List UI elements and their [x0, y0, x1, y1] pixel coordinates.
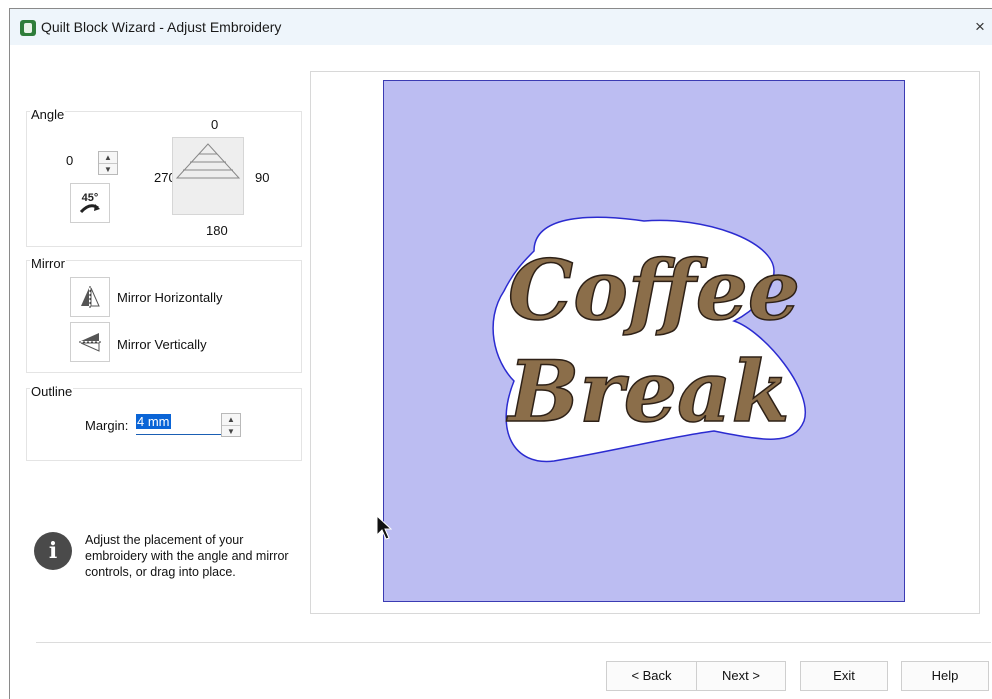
close-button[interactable]: ×: [968, 15, 992, 39]
mirror-horizontal-label[interactable]: Mirror Horizontally: [117, 290, 222, 305]
back-button[interactable]: < Back: [606, 661, 697, 691]
mouse-cursor-icon: [376, 514, 393, 544]
margin-spinner[interactable]: ▲ ▼: [221, 413, 241, 437]
help-button[interactable]: Help: [901, 661, 989, 691]
design-text-coffee: Coffee: [508, 243, 800, 339]
margin-value[interactable]: 4 mm: [136, 414, 171, 429]
screen-top-edge: [0, 0, 992, 8]
rotate-45-button[interactable]: 45°: [70, 183, 110, 223]
margin-up-arrow-icon[interactable]: ▲: [222, 414, 240, 425]
triangle-orientation-icon: [175, 143, 241, 179]
footer-divider: [36, 642, 991, 643]
app-icon: [20, 20, 36, 36]
margin-down-arrow-icon[interactable]: ▼: [222, 425, 240, 437]
next-button[interactable]: Next >: [696, 661, 786, 691]
margin-input[interactable]: 4 mm: [136, 414, 221, 435]
mirror-horizontal-icon: [81, 286, 100, 308]
mirror-group: Mirror: [26, 256, 302, 373]
angle-dial[interactable]: [172, 137, 244, 215]
mirror-group-label: Mirror: [30, 256, 66, 271]
angle-down-arrow-icon[interactable]: ▼: [99, 163, 117, 175]
mirror-vertical-button[interactable]: [70, 322, 110, 362]
margin-label: Margin:: [85, 418, 129, 433]
rotate-45-text: 45°: [82, 192, 99, 204]
dial-label-bottom: 180: [206, 223, 228, 238]
info-text: Adjust the placement of your embroidery …: [85, 533, 289, 579]
window-title: Quilt Block Wizard - Adjust Embroidery: [41, 19, 282, 35]
angle-spinner[interactable]: ▲ ▼: [98, 151, 118, 175]
title-bar: Quilt Block Wizard - Adjust Embroidery ×: [10, 9, 992, 45]
design-text-break: Break: [506, 342, 789, 441]
mirror-horizontal-button[interactable]: [70, 277, 110, 317]
info-icon: i: [34, 532, 72, 570]
exit-button[interactable]: Exit: [800, 661, 888, 691]
embroidery-design[interactable]: Coffee Break: [384, 81, 906, 603]
dial-label-top: 0: [211, 117, 219, 132]
angle-group-label: Angle: [30, 107, 66, 122]
quilt-block-canvas[interactable]: Coffee Break: [383, 80, 905, 602]
outline-group-label: Outline: [30, 384, 74, 399]
dial-label-right: 90: [255, 170, 270, 185]
mirror-vertical-icon: [79, 333, 101, 352]
rotate-45-icon: 45°: [79, 192, 100, 214]
angle-up-arrow-icon[interactable]: ▲: [99, 152, 117, 163]
mirror-vertical-label[interactable]: Mirror Vertically: [117, 337, 207, 352]
angle-value[interactable]: 0: [66, 153, 73, 168]
